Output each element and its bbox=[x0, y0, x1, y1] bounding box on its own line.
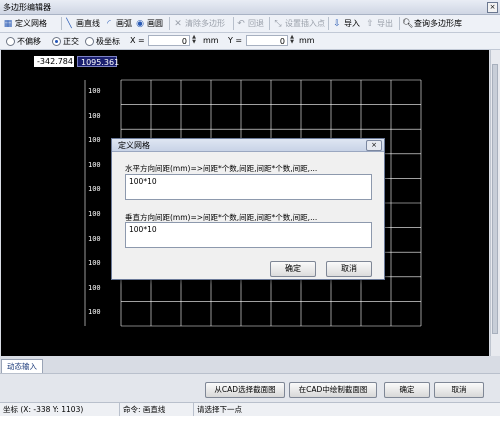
horizontal-spacing-label: 水平方向间距(mm)=>间距*个数,间距,间距*个数,间距,... bbox=[125, 164, 318, 173]
draw-line-button[interactable]: ╲ 画直线 bbox=[64, 16, 100, 31]
draw-circle-button[interactable]: ◉ 画圆 bbox=[135, 16, 163, 31]
coord-x-readout: -342.784 bbox=[34, 56, 74, 67]
y-input[interactable]: 0 bbox=[246, 35, 288, 46]
insert-point-icon: ⤡ bbox=[274, 18, 282, 29]
radio-circle-icon bbox=[85, 37, 94, 46]
radio-circle-icon bbox=[52, 37, 61, 46]
row-spacing-label: 100 bbox=[88, 136, 101, 145]
dynamic-input-tab[interactable]: 动态输入 bbox=[1, 359, 43, 374]
export-icon: ⇧ bbox=[366, 18, 374, 29]
status-coordinates: 坐标 (X: -338 Y: 1103) bbox=[0, 403, 120, 416]
window-close-button[interactable]: × bbox=[487, 2, 498, 13]
coord-y-readout: 1095.361 bbox=[77, 56, 119, 67]
row-spacing-label: 100 bbox=[88, 87, 101, 95]
clear-icon: ✕ bbox=[174, 18, 182, 29]
export-button[interactable]: ⇧ 导出 bbox=[365, 16, 393, 31]
row-spacing-label: 100 bbox=[88, 111, 101, 120]
define-grid-dialog: 定义网格 × 水平方向间距(mm)=>间距*个数,间距,间距*个数,间距,...… bbox=[111, 138, 385, 280]
undo-button[interactable]: ↶ 回退 bbox=[236, 16, 264, 31]
circle-icon: ◉ bbox=[136, 18, 144, 29]
vertical-spacing-input[interactable]: 100*10 bbox=[125, 222, 372, 248]
bottom-panel: 从CAD选择截面图 在CAD中绘制截面图 确定 取消 bbox=[0, 373, 500, 402]
radio-circle-icon bbox=[6, 37, 15, 46]
row-spacing-label: 100 bbox=[88, 234, 101, 243]
status-prompt: 请选择下一点 bbox=[197, 405, 242, 414]
search-icon: 🔍︎ bbox=[402, 18, 414, 29]
arc-icon: ◜ bbox=[107, 18, 111, 29]
select-from-cad-button[interactable]: 从CAD选择截面图 bbox=[205, 382, 285, 398]
query-library-button[interactable]: 🔍︎ 查询多边形库 bbox=[402, 16, 462, 31]
dialog-cancel-button[interactable]: 取消 bbox=[326, 261, 372, 277]
line-icon: ╲ bbox=[66, 18, 72, 29]
radio-no-offset[interactable]: 不偏移 bbox=[6, 36, 41, 47]
undo-icon: ↶ bbox=[237, 18, 245, 29]
x-spinner[interactable]: ▲ ▼ bbox=[191, 35, 197, 46]
draw-in-cad-button[interactable]: 在CAD中绘制截面图 bbox=[289, 382, 377, 398]
grid-icon: ▦ bbox=[3, 18, 13, 29]
toolbar: ▦ 定义网格 ╲ 画直线 ◜ 画弧 ◉ 画圆 ✕ 清除多边形 ↶ 回退 ⤡ 设置… bbox=[0, 15, 500, 33]
radio-polar[interactable]: 极坐标 bbox=[85, 36, 120, 47]
x-unit: mm bbox=[203, 36, 219, 45]
dialog-ok-button[interactable]: 确定 bbox=[270, 261, 316, 277]
x-label: X = bbox=[130, 36, 145, 45]
row-spacing-label: 100 bbox=[88, 308, 101, 317]
row-spacing-label: 100 bbox=[88, 185, 101, 194]
ok-button[interactable]: 确定 bbox=[384, 382, 430, 398]
cancel-button[interactable]: 取消 bbox=[434, 382, 484, 398]
dialog-close-button[interactable]: × bbox=[366, 140, 382, 151]
x-input[interactable]: 0 bbox=[148, 35, 190, 46]
row-spacing-label: 100 bbox=[88, 259, 101, 268]
y-unit: mm bbox=[299, 36, 315, 45]
y-spinner[interactable]: ▲ ▼ bbox=[289, 35, 295, 46]
status-command: 命令: 画直线 bbox=[120, 403, 194, 416]
draw-arc-button[interactable]: ◜ 画弧 bbox=[104, 16, 132, 31]
y-label: Y = bbox=[228, 36, 243, 45]
row-spacing-label: 100 bbox=[88, 210, 101, 218]
define-grid-button[interactable]: ▦ 定义网格 bbox=[3, 16, 47, 31]
radio-ortho[interactable]: 正交 bbox=[52, 36, 79, 47]
window-title: 多边形编辑器 bbox=[3, 3, 51, 12]
clear-polygon-button[interactable]: ✕ 清除多边形 bbox=[173, 16, 225, 31]
import-button[interactable]: ⇩ 导入 bbox=[332, 16, 360, 31]
set-insert-point-button[interactable]: ⤡ 设置插入点 bbox=[273, 16, 325, 31]
vertical-scrollbar[interactable] bbox=[490, 50, 500, 356]
status-bar: 坐标 (X: -338 Y: 1103) 命令: 画直线 请选择下一点 bbox=[0, 402, 500, 416]
row-spacing-label: 100 bbox=[88, 160, 101, 169]
horizontal-spacing-input[interactable]: 100*10 bbox=[125, 174, 372, 200]
dialog-titlebar: 定义网格 × bbox=[112, 139, 384, 152]
import-icon: ⇩ bbox=[333, 18, 341, 29]
row-spacing-label: 100 bbox=[88, 283, 101, 292]
options-bar: 不偏移 正交 极坐标 X = 0 ▲ ▼ mm Y = 0 ▲ ▼ mm bbox=[0, 33, 500, 50]
dialog-title: 定义网格 bbox=[118, 141, 150, 150]
window-titlebar: 多边形编辑器 × bbox=[0, 0, 500, 15]
